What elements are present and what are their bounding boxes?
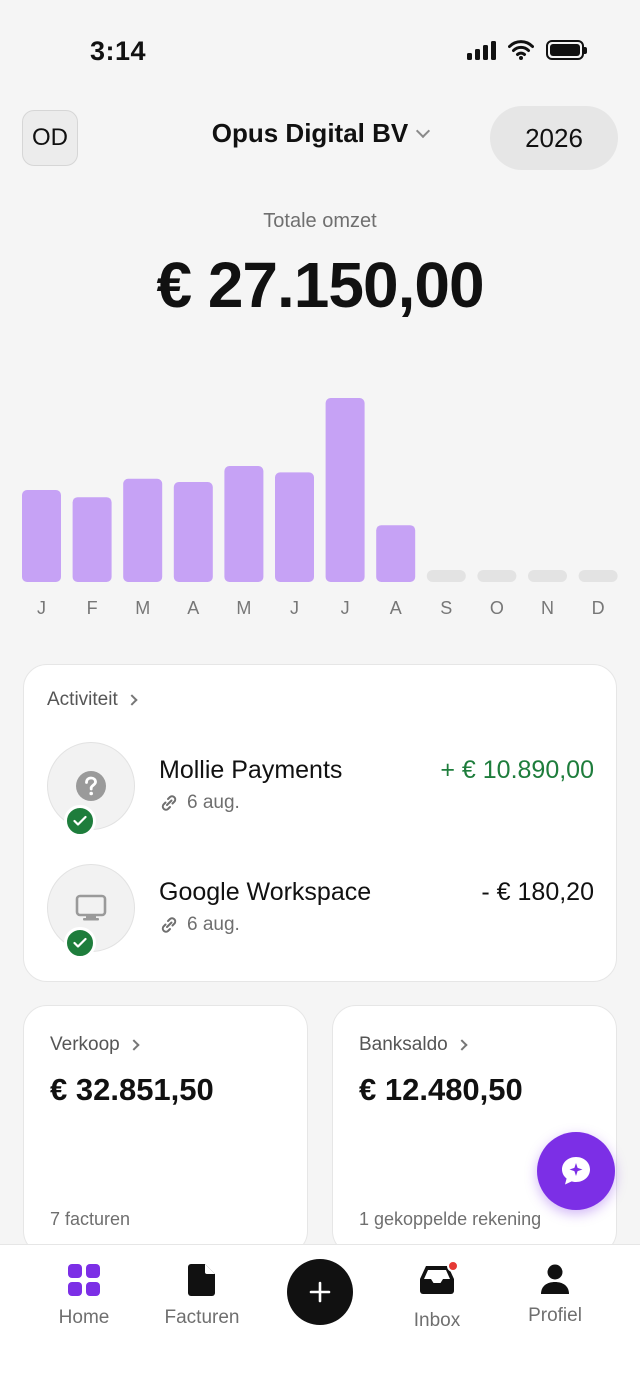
chart-tick-label: J xyxy=(341,598,350,618)
question-icon xyxy=(76,771,106,801)
inbox-icon-wrap xyxy=(419,1260,459,1300)
transaction-row[interactable]: Mollie Payments 6 aug. + € 10.890,00 xyxy=(24,742,618,842)
chart-tick-label: M xyxy=(135,598,150,618)
chart-bar-11 xyxy=(578,570,618,582)
person-icon xyxy=(541,1264,569,1294)
avatar-initials: OD xyxy=(32,124,68,151)
transaction-name: Mollie Payments xyxy=(159,756,343,784)
transaction-avatar xyxy=(47,742,135,837)
nav-inbox-label: Inbox xyxy=(413,1310,461,1331)
chart-tick-label: J xyxy=(37,598,46,618)
sparkle-chat-icon xyxy=(562,1157,590,1185)
bank-heading-label: Banksaldo xyxy=(359,1034,448,1055)
chart-tick-label: D xyxy=(592,598,605,618)
transaction-avatar xyxy=(47,864,135,959)
year-label: 2026 xyxy=(525,122,583,153)
nav-profile-label: Profiel xyxy=(528,1305,582,1326)
plus-icon xyxy=(309,1281,331,1303)
chart-bar-9 xyxy=(477,570,517,582)
chart-tick-label: S xyxy=(440,598,452,618)
activity-card: Activiteit Mollie Payments 6 aug. + € 10… xyxy=(23,664,617,982)
status-icons xyxy=(467,40,587,60)
bank-balance-card[interactable]: Banksaldo € 12.480,50 1 gekoppelde reken… xyxy=(332,1005,617,1255)
chevron-right-icon xyxy=(128,1039,140,1051)
check-icon xyxy=(64,927,96,959)
chart-bar-3 xyxy=(173,482,213,582)
paperclip-icon xyxy=(161,795,177,811)
chart-tick-label: J xyxy=(290,598,299,618)
chart-bar-8 xyxy=(426,570,466,582)
chart-tick-label: M xyxy=(236,598,251,618)
sales-value: € 32.851,50 xyxy=(50,1072,214,1107)
sales-card[interactable]: Verkoop € 32.851,50 7 facturen xyxy=(23,1005,308,1255)
chart-bar-6 xyxy=(325,398,365,582)
chart-tick-label: O xyxy=(490,598,504,618)
status-bar: 3:14 xyxy=(0,0,640,100)
nav-home[interactable]: Home xyxy=(29,1263,139,1329)
chevron-right-icon xyxy=(456,1039,468,1051)
wifi-icon xyxy=(508,40,534,60)
transaction-amount: - € 180,20 xyxy=(481,878,594,906)
sales-heading-label: Verkoop xyxy=(50,1034,120,1055)
activity-heading: Activiteit xyxy=(47,689,118,710)
transaction-date: 6 aug. xyxy=(159,792,240,814)
document-icon xyxy=(188,1264,215,1296)
bank-value: € 12.480,50 xyxy=(359,1072,523,1107)
bank-footer: 1 gekoppelde rekening xyxy=(359,1209,542,1229)
year-selector-button[interactable]: 2026 xyxy=(490,106,618,170)
company-avatar-button[interactable]: OD xyxy=(22,110,78,166)
bottom-navigation: Home Facturen Inbox Profiel xyxy=(0,1244,640,1391)
battery-icon xyxy=(546,40,587,60)
chart-tick-label: A xyxy=(390,598,402,618)
chart-bar-7 xyxy=(376,525,416,582)
chart-bar-0 xyxy=(22,490,61,582)
nav-invoices[interactable]: Facturen xyxy=(147,1263,257,1329)
activity-heading-link[interactable]: Activiteit xyxy=(47,689,138,711)
transaction-date-text: 6 aug. xyxy=(187,914,240,935)
nav-home-label: Home xyxy=(58,1307,110,1328)
nav-invoices-label: Facturen xyxy=(164,1307,240,1328)
assistant-chat-button[interactable] xyxy=(537,1132,615,1210)
chart-bar-4 xyxy=(224,466,264,582)
nav-profile[interactable]: Profiel xyxy=(500,1263,610,1327)
transaction-date: 6 aug. xyxy=(159,914,240,936)
revenue-label: Totale omzet xyxy=(263,210,377,232)
nav-inbox[interactable]: Inbox xyxy=(382,1260,492,1332)
monthly-revenue-chart: JFMAMJJASOND xyxy=(22,398,618,618)
transaction-date-text: 6 aug. xyxy=(187,792,240,813)
sales-heading: Verkoop xyxy=(50,1034,140,1056)
company-name: Opus Digital BV xyxy=(211,118,409,148)
signal-icon xyxy=(467,40,496,60)
company-switcher[interactable]: Opus Digital BV xyxy=(190,118,450,149)
chart-bar-5 xyxy=(275,472,314,582)
sales-footer: 7 facturen xyxy=(50,1209,131,1229)
grid-icon xyxy=(68,1264,100,1296)
add-button[interactable] xyxy=(287,1259,353,1325)
chart-bar-10 xyxy=(528,570,567,582)
paperclip-icon xyxy=(161,917,177,933)
transaction-amount: + € 10.890,00 xyxy=(440,756,594,784)
chevron-down-icon xyxy=(416,123,431,138)
chart-bar-1 xyxy=(72,497,112,582)
bank-heading: Banksaldo xyxy=(359,1034,468,1056)
chart-tick-label: A xyxy=(187,598,199,618)
status-time: 3:14 xyxy=(90,36,147,66)
transaction-name: Google Workspace xyxy=(159,878,372,906)
monitor-icon xyxy=(75,894,107,921)
notification-dot xyxy=(447,1260,459,1272)
transaction-row[interactable]: Google Workspace 6 aug. - € 180,20 xyxy=(24,864,618,964)
chart-tick-label: F xyxy=(87,598,98,618)
check-icon xyxy=(64,805,96,837)
chevron-right-icon xyxy=(126,694,138,706)
chart-tick-label: N xyxy=(541,598,554,618)
revenue-amount: € 27.150,00 xyxy=(156,249,484,321)
chart-bar-2 xyxy=(123,478,163,582)
